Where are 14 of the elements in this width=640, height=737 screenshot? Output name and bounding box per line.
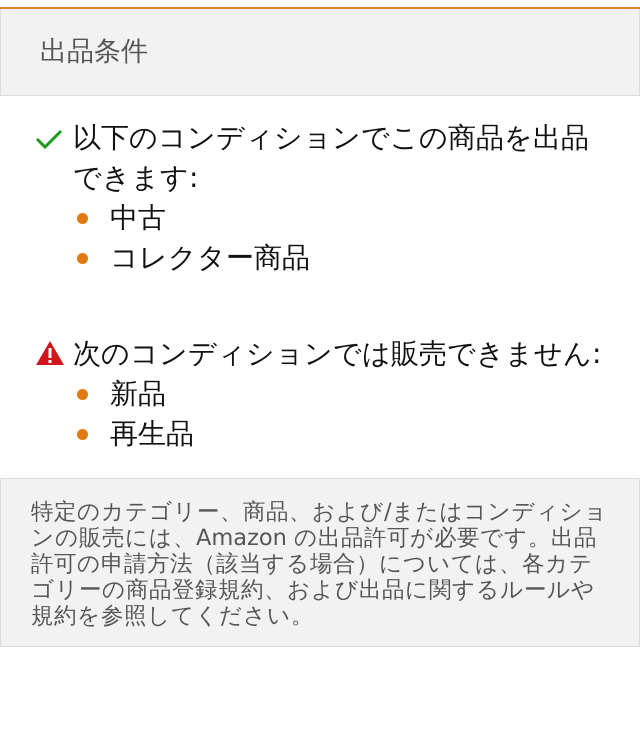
condition-item: 再生品 bbox=[110, 416, 194, 452]
bullet-icon bbox=[77, 428, 88, 440]
warning-icon bbox=[35, 340, 65, 366]
condition-item: 新品 bbox=[110, 376, 166, 412]
note-text: 特定のカテゴリー、商品、および/またはコンディションの販売には、Amazon の出品許可が必要です。出品許可の申請方法（該当する場合）については、各カテゴリーの商品登録規約、および出品に関するルールや規約を参照してください。 bbox=[31, 499, 609, 629]
bullet-icon bbox=[77, 212, 88, 224]
condition-heading: 次のコンディションでは販売できません: bbox=[73, 337, 602, 370]
header-title: 出品条件 bbox=[40, 34, 148, 69]
check-icon bbox=[35, 128, 63, 150]
condition-item: コレクター商品 bbox=[110, 240, 310, 276]
bullet-icon bbox=[77, 388, 88, 400]
condition-heading: 以下のコンディションでこの商品を出品できます: bbox=[73, 120, 590, 196]
condition-item: 中古 bbox=[110, 200, 166, 236]
bullet-icon bbox=[77, 252, 88, 264]
